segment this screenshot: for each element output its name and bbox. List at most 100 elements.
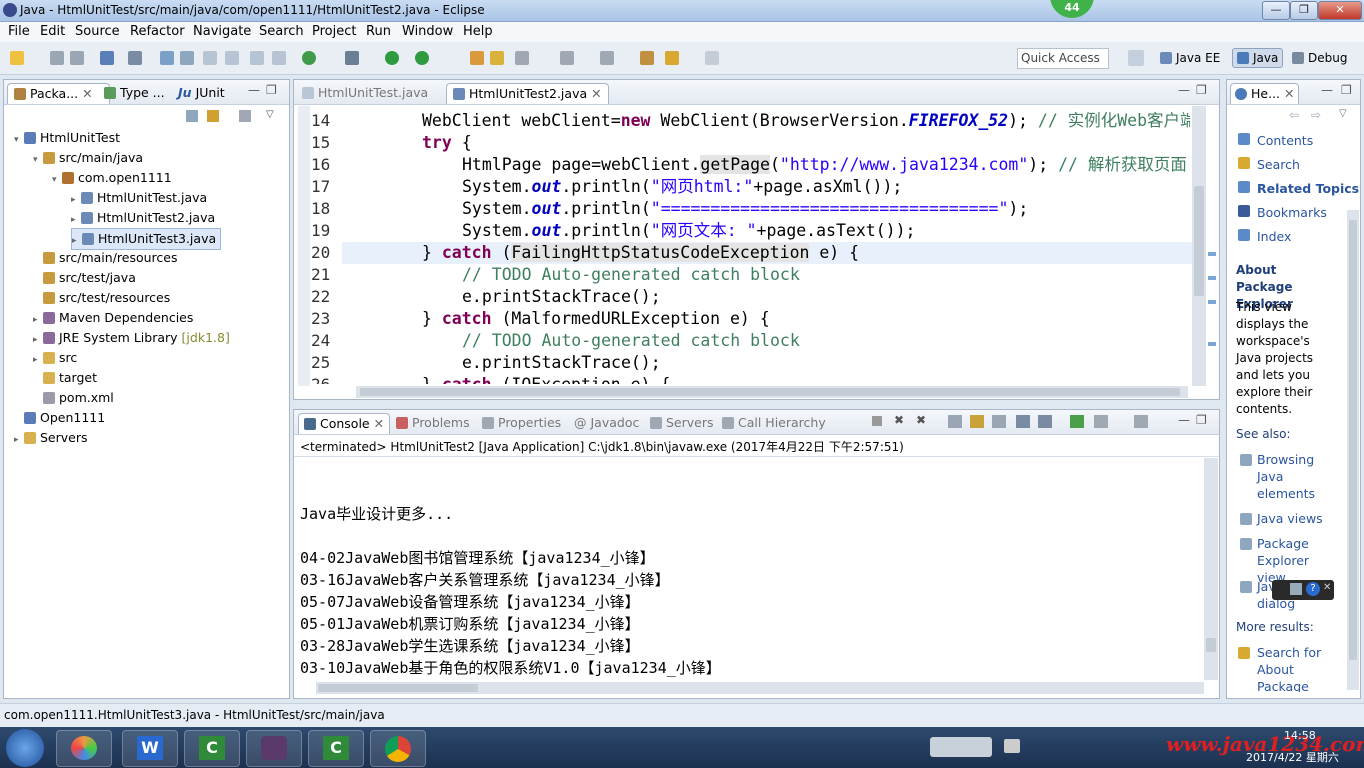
tab-call-hierarchy[interactable]: Call Hierarchy (722, 413, 826, 433)
twisty-icon[interactable]: ▸ (71, 190, 81, 210)
save-icon[interactable] (50, 51, 64, 65)
taskbar-app-chrome[interactable] (370, 730, 426, 767)
twisty-icon[interactable]: ▾ (52, 170, 62, 190)
tree-item[interactable]: ▸ src (33, 348, 77, 368)
console-vertical-scrollbar[interactable] (1204, 458, 1218, 680)
scrollbar-thumb[interactable] (360, 388, 1180, 396)
new-icon[interactable] (10, 51, 24, 65)
perspective-java-ee[interactable]: Java EE (1160, 51, 1220, 65)
close-button[interactable]: ✕ (1318, 1, 1362, 20)
menu-help[interactable]: Help (463, 24, 493, 39)
minimize-view-icon[interactable]: — (1178, 413, 1190, 427)
save-all-icon[interactable] (70, 51, 84, 65)
help-link-related-topics[interactable]: Related Topics (1257, 180, 1359, 197)
close-icon[interactable]: ✕ (1323, 582, 1331, 593)
maximize-button[interactable]: ❐ (1290, 1, 1318, 20)
tab-type-hierarchy[interactable]: Type ... (104, 83, 165, 103)
console-horizontal-scrollbar[interactable] (316, 682, 1204, 694)
help-scrollbar[interactable] (1347, 210, 1359, 690)
help-link-search[interactable]: Search (1257, 156, 1300, 173)
maximize-view-icon[interactable]: ❐ (266, 83, 277, 97)
taskbar-app-camtasia[interactable]: C (184, 730, 240, 767)
twisty-icon[interactable]: ▸ (33, 330, 43, 350)
taskbar-app-camtasia-2[interactable]: C (308, 730, 364, 767)
minimize-button[interactable]: — (1262, 1, 1290, 20)
minimize-view-icon[interactable]: — (1178, 83, 1190, 97)
debug-icon[interactable] (345, 51, 359, 65)
tree-item[interactable]: ▾ src/main/java (33, 148, 143, 168)
floating-toolbar[interactable]: ? ✕ (1272, 580, 1334, 600)
tab-javadoc[interactable]: @ Javadoc (574, 413, 639, 433)
clear-console-icon[interactable] (948, 415, 962, 428)
taskbar-app-eclipse[interactable] (246, 730, 302, 767)
open-console-icon[interactable] (1070, 415, 1084, 428)
perspective-debug[interactable]: Debug (1292, 51, 1347, 65)
tab-console[interactable]: Console ✕ (298, 413, 391, 434)
back-arrow-icon[interactable]: ⇦ (1289, 108, 1299, 122)
tab-htmlunittest-java[interactable]: HtmlUnitTest.java (302, 83, 428, 103)
editor-vertical-scrollbar[interactable] (1192, 106, 1206, 386)
print-icon[interactable] (100, 51, 114, 65)
tab-package-explorer[interactable]: Packa... ✕ (7, 83, 110, 104)
last-edit-icon[interactable] (640, 51, 654, 65)
display-console-icon[interactable] (1038, 415, 1052, 428)
open-folder-icon[interactable] (490, 51, 504, 65)
tree-item[interactable]: Open1111 (14, 408, 105, 428)
minimize-view-icon[interactable]: — (248, 83, 260, 97)
see-link-browsing[interactable]: Browsing Java elements (1257, 451, 1317, 502)
word-wrap-icon[interactable] (992, 415, 1006, 428)
new-console-icon[interactable] (1134, 415, 1148, 428)
console-menu-icon[interactable] (1094, 415, 1108, 428)
perspective-java[interactable]: Java (1232, 48, 1284, 68)
menu-run[interactable]: Run (366, 24, 391, 39)
tree-item[interactable]: src/test/java (33, 268, 136, 288)
twisty-icon[interactable]: ▾ (14, 130, 24, 150)
tool-icon[interactable] (225, 51, 239, 65)
editor-horizontal-scrollbar[interactable] (356, 386, 1188, 398)
menu-navigate[interactable]: Navigate (193, 24, 251, 39)
close-icon[interactable]: ✕ (1284, 86, 1294, 101)
tree-item[interactable]: ▾ com.open1111 (52, 168, 172, 188)
close-icon[interactable]: ✕ (82, 86, 92, 101)
menu-edit[interactable]: Edit (40, 24, 65, 39)
scroll-lock-icon[interactable] (970, 415, 984, 428)
twisty-icon[interactable]: ▸ (14, 430, 24, 450)
twisty-icon[interactable]: ▾ (33, 150, 43, 170)
tree-item[interactable]: ▾ HtmlUnitTest (14, 128, 120, 148)
help-link-search-for[interactable]: Search for About Package Explorer (1257, 644, 1341, 692)
twisty-icon[interactable]: ▸ (71, 210, 81, 230)
help-link-contents[interactable]: Contents (1257, 132, 1313, 149)
open-type-icon[interactable] (470, 51, 484, 65)
close-icon[interactable]: ✕ (374, 416, 384, 431)
question-icon[interactable]: ? (1306, 582, 1320, 596)
language-bar[interactable] (930, 737, 992, 757)
tab-help[interactable]: He... ✕ (1230, 83, 1300, 104)
scrollbar-thumb[interactable] (1349, 220, 1357, 660)
run-last-icon[interactable] (415, 51, 429, 65)
tree-item[interactable]: ▸ HtmlUnitTest2.java (71, 208, 215, 228)
scrollbar-thumb[interactable] (318, 684, 478, 692)
tree-item[interactable]: src/test/resources (33, 288, 170, 308)
scrollbar-thumb[interactable] (1206, 638, 1216, 652)
menu-project[interactable]: Project (312, 24, 356, 39)
menu-refactor[interactable]: Refactor (130, 24, 185, 39)
minimize-view-icon[interactable]: — (1321, 83, 1333, 97)
toggle-icon[interactable] (128, 51, 142, 65)
tool-icon[interactable] (160, 51, 174, 65)
open-perspective-icon[interactable] (1128, 50, 1144, 66)
collapse-all-icon[interactable] (186, 110, 198, 122)
help-link-index[interactable]: Index (1257, 228, 1291, 245)
menu-search[interactable]: Search (259, 24, 304, 39)
tree-item[interactable]: pom.xml (33, 388, 114, 408)
tray-icon[interactable] (1004, 739, 1020, 753)
run-icon[interactable] (385, 51, 399, 65)
back-icon[interactable] (665, 51, 679, 65)
menu-source[interactable]: Source (75, 24, 120, 39)
taskbar-app-paint[interactable] (56, 730, 112, 767)
filter-icon[interactable] (239, 110, 251, 122)
screenshot-icon[interactable] (1290, 583, 1302, 595)
maximize-view-icon[interactable]: ❐ (1341, 83, 1352, 97)
view-menu-icon[interactable]: ▽ (1339, 108, 1347, 119)
tree-item[interactable]: ▸ HtmlUnitTest.java (71, 188, 207, 208)
menu-window[interactable]: Window (402, 24, 453, 39)
